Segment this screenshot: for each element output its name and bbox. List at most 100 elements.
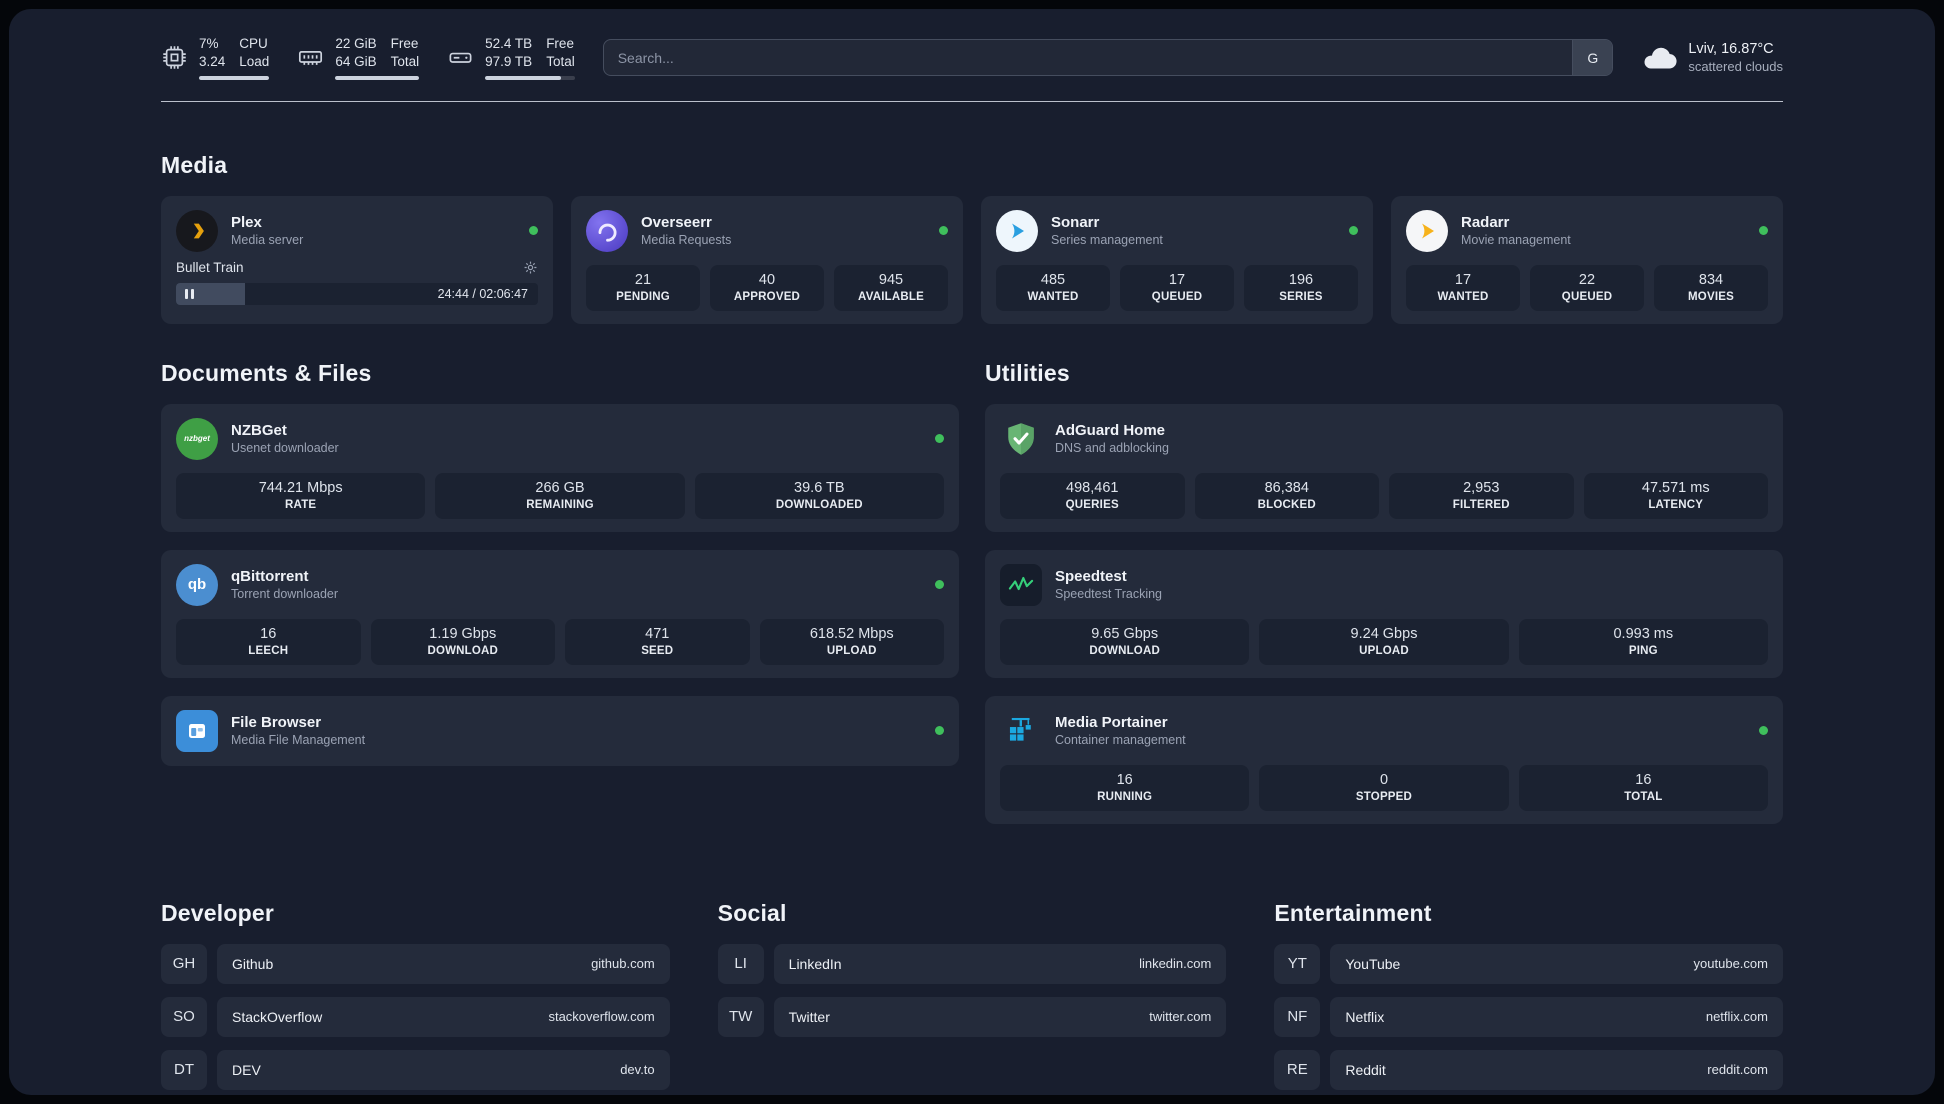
cpu-widget: 7% 3.24 CPU Load <box>161 36 270 80</box>
stat-tile: 16 LEECH <box>176 618 361 665</box>
bookmark-link-reddit[interactable]: Reddit reddit.com <box>1330 1049 1783 1090</box>
bookmark-abbr: DT <box>161 1049 207 1090</box>
speedtest-card[interactable]: Speedtest Speedtest Tracking 9.65 Gbps D… <box>985 549 1783 678</box>
stat-tile: 945 AVAILABLE <box>834 264 948 311</box>
stat-label: QUEUED <box>1561 290 1613 303</box>
status-dot <box>1349 226 1358 236</box>
stat-tile: 9.65 Gbps DOWNLOAD <box>1000 618 1250 665</box>
playback-progress-bar[interactable]: 24:44 / 02:06:47 <box>176 282 538 305</box>
bookmark-link-github[interactable]: Github github.com <box>217 943 670 984</box>
plex-card[interactable]: Plex Media server Bullet Train 24:44 / 0… <box>161 195 553 324</box>
portainer-crane-icon <box>1000 710 1042 752</box>
app-subtitle: DNS and adblocking <box>1055 441 1169 456</box>
memory-widget: 22 GiB 64 GiB Free Total <box>297 36 420 80</box>
bookmark-link-dev[interactable]: DEV dev.to <box>217 1049 670 1090</box>
bookmark-link-youtube[interactable]: YouTube youtube.com <box>1330 943 1783 984</box>
status-dot <box>529 226 538 236</box>
bookmark-row: SO StackOverflow stackoverflow.com <box>161 996 670 1037</box>
radarr-card[interactable]: Radarr Movie management 17 WANTED 22 QUE… <box>1391 195 1783 324</box>
app-subtitle: Container management <box>1055 733 1186 748</box>
pause-button[interactable] <box>185 288 194 299</box>
sonarr-card[interactable]: Sonarr Series management 485 WANTED 17 Q… <box>981 195 1373 324</box>
stat-tile: 47.571 ms LATENCY <box>1583 472 1768 519</box>
stat-value: 0 <box>1379 771 1389 788</box>
bookmark-abbr: NF <box>1274 996 1321 1037</box>
nzbget-card[interactable]: nzbget NZBGet Usenet downloader 744.21 M… <box>161 403 959 532</box>
disk-free-label: Free <box>546 36 574 51</box>
disk-usage-bar <box>485 75 575 80</box>
stat-tile: 9.24 Gbps UPLOAD <box>1259 618 1509 665</box>
status-dot <box>939 226 948 236</box>
bookmark-link-twitter[interactable]: Twitter twitter.com <box>773 996 1227 1037</box>
stat-tile: 485 WANTED <box>996 264 1110 311</box>
qbittorrent-card[interactable]: qb qBittorrent Torrent downloader 16 LEE… <box>161 549 959 678</box>
overseerr-icon <box>586 209 628 252</box>
cloud-icon <box>1644 47 1677 69</box>
stat-label: REMAINING <box>526 498 594 511</box>
app-subtitle: Usenet downloader <box>231 441 339 456</box>
stat-value: 1.19 Gbps <box>429 625 497 642</box>
cpu-load-label: Load <box>239 53 270 69</box>
bookmark-name: LinkedIn <box>788 955 842 972</box>
stat-label: DOWNLOADED <box>775 498 863 511</box>
bookmark-link-netflix[interactable]: Netflix netflix.com <box>1330 996 1783 1037</box>
bookmark-row: NF Netflix netflix.com <box>1274 996 1783 1037</box>
stat-tile: 618.52 Mbps UPLOAD <box>759 618 944 665</box>
bookmark-link-linkedin[interactable]: LinkedIn linkedin.com <box>773 943 1227 984</box>
memory-usage-bar <box>335 75 420 80</box>
bookmark-row: LI LinkedIn linkedin.com <box>717 943 1227 984</box>
stat-label: LEECH <box>248 644 289 657</box>
divider <box>161 100 1783 102</box>
stat-label: PING <box>1628 644 1658 657</box>
stat-label: STOPPED <box>1355 790 1413 803</box>
app-title: qBittorrent <box>231 568 309 586</box>
stat-label: DOWNLOAD <box>1089 644 1160 657</box>
section-documents: Documents & Files nzbget NZBGet Usenet d… <box>161 360 959 842</box>
app-title: Overseerr <box>641 214 712 232</box>
disk-total-value: 97.9 TB <box>485 53 533 69</box>
settings-gear-icon[interactable] <box>523 260 538 275</box>
search-input[interactable] <box>603 40 1573 76</box>
stat-value: 0.993 ms <box>1613 625 1674 642</box>
app-title: Media Portainer <box>1055 714 1168 732</box>
bookmark-name: Reddit <box>1345 1061 1386 1078</box>
stat-label: UPLOAD <box>1359 644 1409 657</box>
stat-value: 266 GB <box>535 479 585 496</box>
stat-label: FILTERED <box>1452 498 1510 511</box>
disk-widget: 52.4 TB 97.9 TB Free Total <box>447 36 575 80</box>
app-title: Radarr <box>1461 214 1510 232</box>
radarr-icon <box>1406 209 1448 252</box>
stat-tile: 744.21 Mbps RATE <box>176 472 426 519</box>
stat-value: 945 <box>878 271 904 288</box>
adguard-card[interactable]: AdGuard Home DNS and adblocking 498,461 … <box>985 403 1783 532</box>
memory-total-value: 64 GiB <box>335 53 377 69</box>
status-dot <box>935 580 944 590</box>
overseerr-card[interactable]: Overseerr Media Requests 21 PENDING 40 A… <box>571 195 963 324</box>
search-engine-button[interactable]: G <box>1572 40 1613 76</box>
bookmark-abbr: RE <box>1274 1049 1321 1090</box>
cpu-usage-value: 7% <box>199 36 219 51</box>
cpu-usage-bar <box>199 75 270 80</box>
stat-value: 744.21 Mbps <box>258 479 343 496</box>
app-title: NZBGet <box>231 422 287 440</box>
status-dot <box>1759 226 1768 236</box>
bookmark-url: dev.to <box>620 1062 655 1078</box>
stat-label: UPLOAD <box>826 644 877 657</box>
bookmark-link-stackoverflow[interactable]: StackOverflow stackoverflow.com <box>217 996 670 1037</box>
stat-label: TOTAL <box>1624 790 1663 803</box>
bookmark-url: stackoverflow.com <box>548 1009 655 1025</box>
app-title: Plex <box>231 214 262 232</box>
app-subtitle: Media File Management <box>231 733 366 748</box>
bookmark-abbr: SO <box>161 996 207 1037</box>
filebrowser-card[interactable]: File Browser Media File Management <box>161 695 959 766</box>
stat-value: 9.65 Gbps <box>1091 625 1159 642</box>
stat-tile: 196 SERIES <box>1244 264 1358 311</box>
cpu-load-value: 3.24 <box>199 53 226 69</box>
bookmark-row: RE Reddit reddit.com <box>1274 1049 1783 1090</box>
stat-tile: 834 MOVIES <box>1654 264 1768 311</box>
disk-total-label: Total <box>546 53 575 69</box>
stat-label: QUERIES <box>1065 498 1119 511</box>
bookmark-row: GH Github github.com <box>161 943 670 984</box>
bookmark-name: Twitter <box>788 1008 830 1025</box>
portainer-card[interactable]: Media Portainer Container management 16 … <box>985 695 1783 824</box>
